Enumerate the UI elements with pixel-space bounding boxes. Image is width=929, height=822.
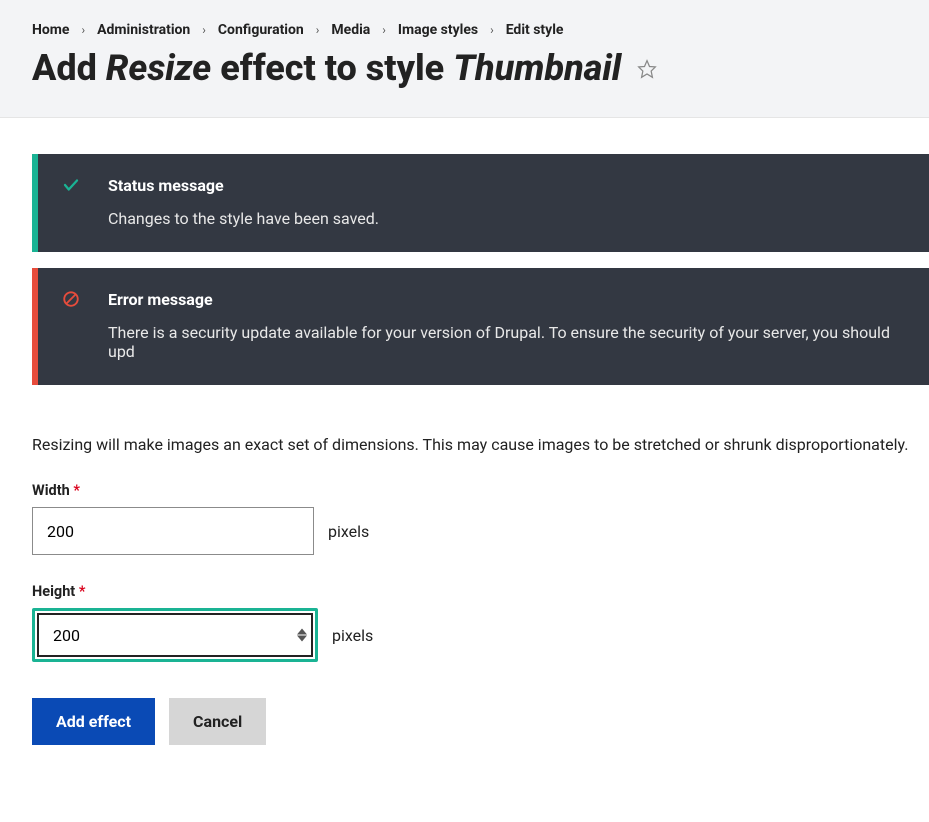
chevron-right-icon: › [316, 23, 320, 37]
breadcrumb-media[interactable]: Media [331, 22, 370, 38]
breadcrumb-configuration[interactable]: Configuration [218, 22, 304, 38]
title-style-name: Thumbnail [453, 47, 621, 89]
error-heading: Error message [108, 290, 901, 309]
error-message: Error message There is a security update… [32, 268, 929, 385]
width-input[interactable] [32, 507, 314, 555]
spinner-up-icon[interactable] [297, 629, 307, 635]
width-label: Width * [32, 482, 929, 499]
height-input[interactable] [37, 613, 313, 657]
cancel-button[interactable]: Cancel [169, 698, 266, 745]
chevron-right-icon: › [382, 23, 386, 37]
height-suffix: pixels [332, 626, 373, 645]
chevron-right-icon: › [490, 23, 494, 37]
title-part1: Add [32, 47, 106, 89]
width-input-row: pixels [32, 507, 929, 555]
breadcrumb-edit-style[interactable]: Edit style [506, 22, 564, 38]
chevron-right-icon: › [202, 23, 206, 37]
height-input-container [37, 613, 313, 657]
status-heading: Status message [108, 176, 901, 195]
spinner-down-icon[interactable] [297, 636, 307, 642]
breadcrumb-image-styles[interactable]: Image styles [398, 22, 478, 38]
status-body: Changes to the style have been saved. [108, 209, 901, 228]
check-icon [62, 176, 80, 198]
header-region: Home › Administration › Configuration › … [0, 0, 929, 118]
content-region: Status message Changes to the style have… [0, 154, 929, 785]
title-part2: effect to style [211, 47, 453, 89]
status-message: Status message Changes to the style have… [32, 154, 929, 252]
chevron-right-icon: › [81, 23, 85, 37]
width-form-item: Width * pixels [32, 482, 929, 555]
breadcrumb-home[interactable]: Home [32, 22, 69, 38]
star-icon[interactable] [637, 59, 657, 79]
number-spinners[interactable] [297, 629, 307, 642]
width-suffix: pixels [328, 522, 369, 541]
form-description: Resizing will make images an exact set o… [32, 435, 929, 454]
breadcrumb: Home › Administration › Configuration › … [32, 22, 897, 38]
form-actions: Add effect Cancel [32, 698, 929, 745]
height-label: Height * [32, 583, 929, 600]
error-body: There is a security update available for… [108, 323, 901, 361]
error-icon [62, 290, 80, 312]
add-effect-button[interactable]: Add effect [32, 698, 155, 745]
breadcrumb-administration[interactable]: Administration [97, 22, 190, 38]
required-mark: * [73, 482, 80, 499]
title-effect-name: Resize [106, 47, 211, 89]
messages-area: Status message Changes to the style have… [32, 154, 929, 385]
width-label-text: Width [32, 482, 70, 499]
height-focus-ring [32, 608, 318, 662]
height-label-text: Height [32, 583, 75, 600]
height-form-item: Height * pixels [32, 583, 929, 662]
page-title: Add Resize effect to style Thumbnail [32, 48, 897, 89]
required-mark: * [79, 583, 86, 600]
height-input-row: pixels [32, 608, 929, 662]
